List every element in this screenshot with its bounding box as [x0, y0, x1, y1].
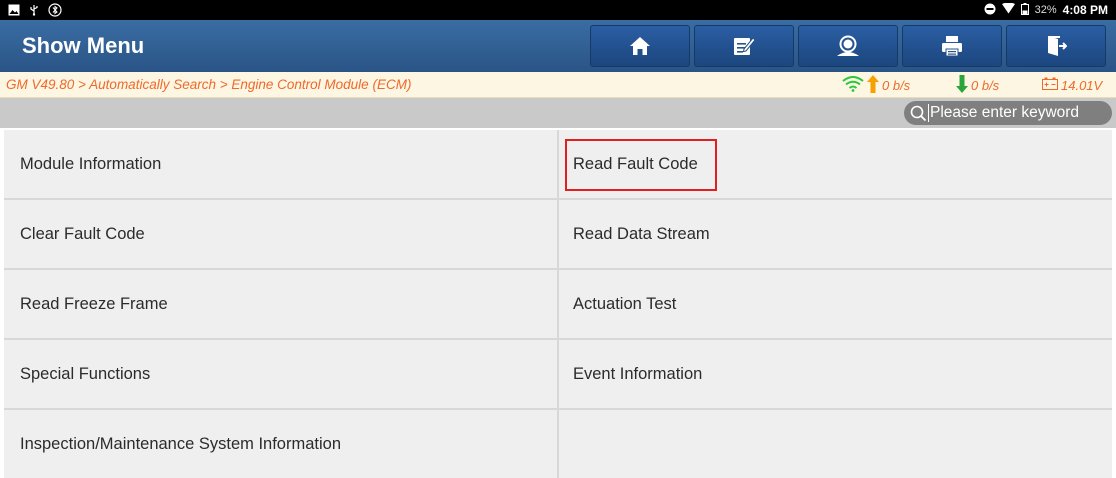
menu-item-clear-fault-code[interactable]: Clear Fault Code [4, 200, 557, 268]
voltage-readout: 14.01V [1042, 72, 1102, 98]
search-strip [0, 98, 1116, 128]
print-button[interactable] [902, 25, 1002, 67]
text-cursor [928, 104, 929, 122]
status-bar: 32% 4:08 PM [0, 0, 1116, 20]
download-rate: 0 b/s [956, 72, 999, 98]
menu-item-label: Clear Fault Code [20, 225, 145, 243]
menu-item-read-fault-code[interactable]: Read Fault Code [559, 130, 1112, 198]
page-title: Show Menu [22, 33, 145, 58]
title-bar: Show Menu [0, 20, 1116, 72]
edit-report-icon [732, 35, 756, 57]
menu-item-module-information[interactable]: Module Information [4, 130, 557, 198]
usb-icon [28, 4, 40, 16]
menu-item-label: Special Functions [20, 365, 151, 383]
remote-support-icon [835, 34, 861, 58]
menu-item-actuation-test[interactable]: Actuation Test [559, 270, 1112, 338]
print-icon [941, 35, 963, 57]
do-not-disturb-icon [984, 3, 996, 18]
clock: 4:08 PM [1062, 3, 1108, 17]
search-icon [908, 103, 928, 123]
exit-button[interactable] [1006, 25, 1106, 67]
breadcrumb-bar: GM V49.80 > Automatically Search > Engin… [0, 72, 1116, 98]
breadcrumb: GM V49.80 > Automatically Search > Engin… [6, 77, 412, 92]
menu-item-read-freeze-frame[interactable]: Read Freeze Frame [4, 270, 557, 338]
menu-item-inspection-maintenance[interactable]: Inspection/Maintenance System Informatio… [4, 410, 557, 478]
edit-report-button[interactable] [694, 25, 794, 67]
battery-percent: 32% [1034, 4, 1057, 16]
menu-item-event-information[interactable]: Event Information [559, 340, 1112, 408]
remote-support-button[interactable] [798, 25, 898, 67]
search-box[interactable] [904, 101, 1112, 125]
menu-item-label: Read Freeze Frame [20, 295, 168, 313]
wifi-signal-icon [842, 75, 864, 95]
battery-icon [1020, 2, 1029, 18]
menu-item-label: Inspection/Maintenance System Informatio… [20, 435, 342, 453]
search-input[interactable] [930, 104, 1112, 122]
menu-item-special-functions[interactable]: Special Functions [4, 340, 557, 408]
image-notification-icon [8, 4, 20, 16]
menu-item-label: Read Data Stream [573, 225, 710, 243]
bluetooth-icon [48, 3, 62, 17]
function-menu: Module Information Read Fault Code Clear… [4, 130, 1112, 478]
voltage-value: 14.01V [1061, 77, 1103, 93]
status-right: 32% 4:08 PM [984, 0, 1108, 20]
home-icon [629, 35, 651, 57]
download-arrow-icon [956, 74, 968, 96]
exit-icon [1045, 35, 1067, 57]
menu-item-label: Read Fault Code [573, 155, 698, 173]
download-rate-value: 0 b/s [971, 77, 1000, 93]
upload-rate: 0 b/s [842, 72, 910, 98]
battery-voltage-icon [1042, 77, 1058, 93]
home-button[interactable] [590, 25, 690, 67]
menu-item-empty [559, 410, 1112, 478]
menu-item-label: Actuation Test [573, 295, 677, 313]
upload-rate-value: 0 b/s [882, 77, 911, 93]
menu-item-read-data-stream[interactable]: Read Data Stream [559, 200, 1112, 268]
status-left [8, 0, 62, 20]
menu-item-label: Module Information [20, 155, 162, 173]
wifi-icon [1001, 2, 1015, 17]
menu-item-label: Event Information [573, 365, 703, 383]
upload-arrow-icon [867, 74, 879, 96]
